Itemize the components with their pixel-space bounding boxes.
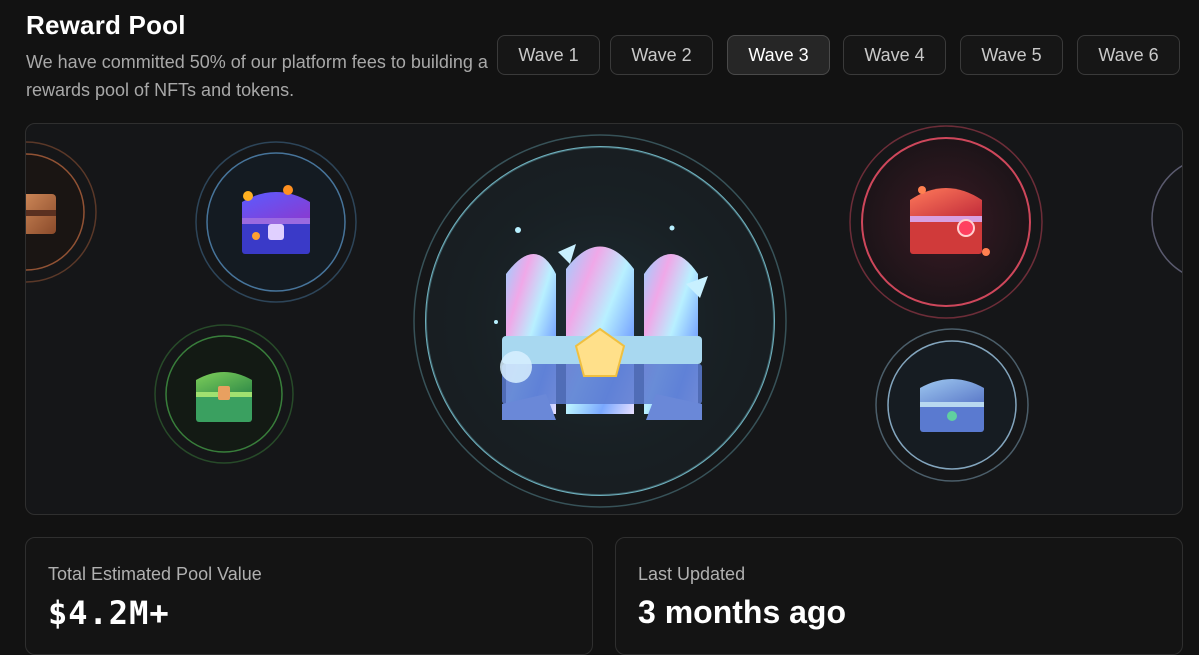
last-updated-value: 3 months ago [638, 594, 847, 630]
green-chest-icon[interactable] [154, 324, 294, 464]
tab-wave-6[interactable]: Wave 6 [1077, 35, 1180, 75]
tab-wave-4[interactable]: Wave 4 [843, 35, 946, 75]
page-subtitle: We have committed 50% of our platform fe… [26, 52, 488, 100]
tab-wave-5[interactable]: Wave 5 [960, 35, 1063, 75]
last-updated-card: Last Updated 3 months ago [615, 537, 1183, 655]
lilac-chest-icon[interactable] [1151, 157, 1183, 281]
page-title: Reward Pool [26, 10, 186, 40]
reward-carousel[interactable] [25, 123, 1183, 515]
holographic-chest-icon[interactable] [413, 134, 787, 508]
tab-wave-1[interactable]: Wave 1 [497, 35, 600, 75]
tab-wave-3[interactable]: Wave 3 [727, 35, 830, 75]
last-updated-label: Last Updated [638, 564, 746, 584]
tab-wave-2[interactable]: Wave 2 [610, 35, 713, 75]
red-chest-icon[interactable] [849, 125, 1043, 319]
pool-value-card: Total Estimated Pool Value $4.2M+ [25, 537, 593, 655]
orange-chest-icon[interactable] [26, 141, 97, 283]
reward-carousel-art [26, 125, 1183, 508]
pool-value-label: Total Estimated Pool Value [48, 564, 262, 584]
purple-chest-icon[interactable] [195, 141, 357, 303]
blue-chest-icon[interactable] [875, 328, 1029, 482]
pool-value: $4.2M+ [48, 594, 170, 632]
